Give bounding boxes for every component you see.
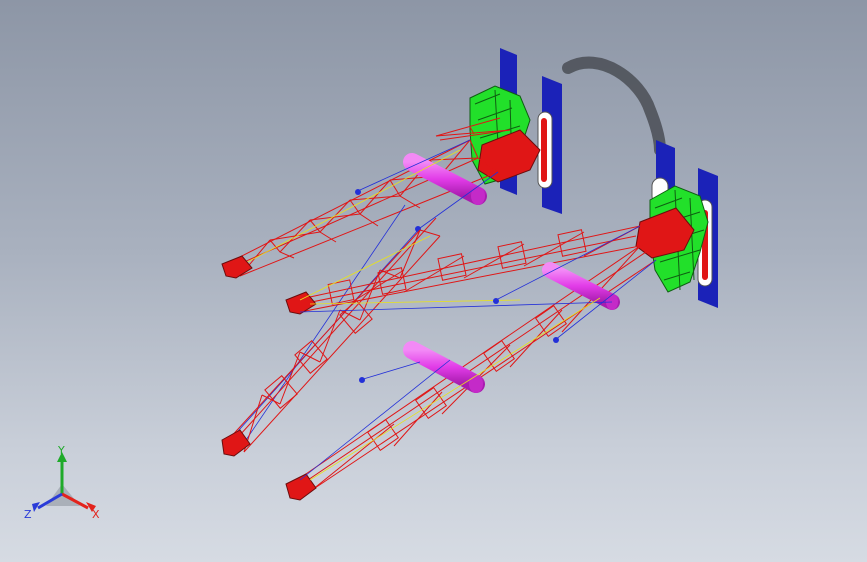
boom-left[interactable] [225,139,499,277]
track-pad-left-inner [541,118,547,182]
hook-block-right-c [359,377,365,383]
hook-block-left-b [415,226,421,232]
shadow-cable [562,56,666,156]
triad-y-label: Y [57,446,65,457]
boom-left-lower[interactable] [227,217,441,453]
triad-z-label: Z [24,508,32,521]
reference-triad: Y X Z [24,446,100,521]
crane-left[interactable] [221,48,562,457]
boom-cylinder-left[interactable] [403,153,487,205]
boom-cylinder-right-b[interactable] [403,341,485,393]
boom-tip-left-lower[interactable] [221,429,251,457]
boom-tip-left[interactable] [221,255,253,279]
graphics-viewport[interactable]: Y X Z [0,0,867,562]
crane-right[interactable] [285,140,718,501]
hook-block-left-a [355,189,361,195]
hook-block-right-a [493,298,499,304]
triad-x-label: X [92,508,100,521]
hook-block-right-b [553,337,559,343]
model-scene[interactable] [0,0,867,562]
boom-tip-right-upper[interactable] [285,291,317,315]
